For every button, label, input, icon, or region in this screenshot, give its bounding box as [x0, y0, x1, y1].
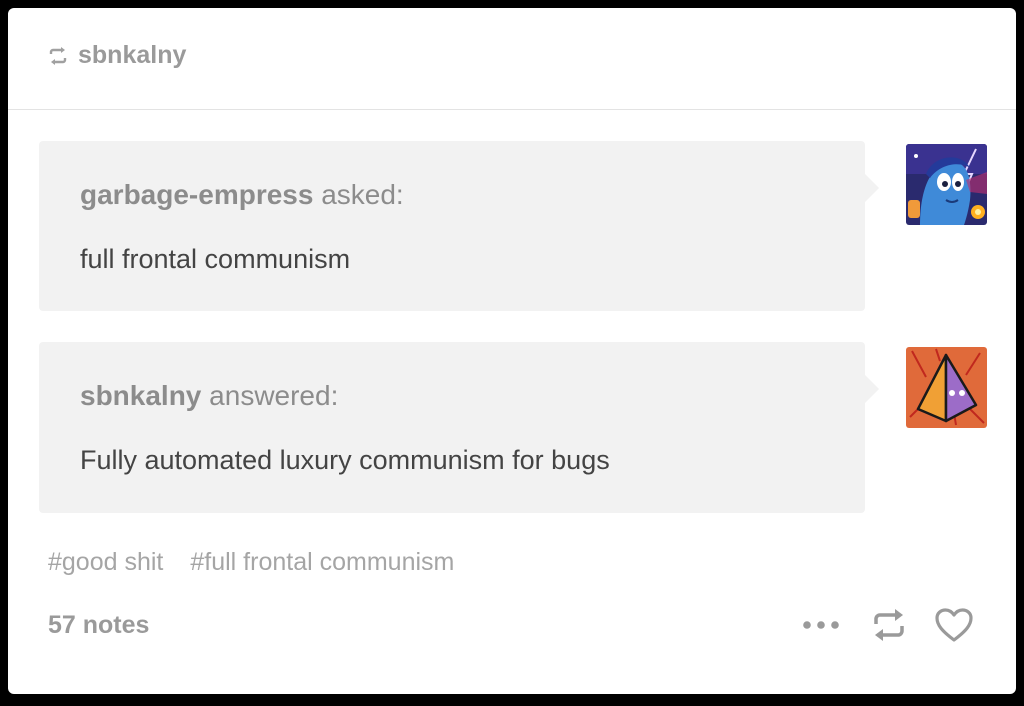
heart-icon	[934, 607, 974, 643]
answerer-avatar[interactable]	[906, 347, 987, 428]
notes-count[interactable]: 57 notes	[48, 611, 149, 640]
more-dots-icon	[802, 620, 840, 630]
answer-bubble: sbnkalny answered: Fully automated luxur…	[39, 342, 879, 513]
post-actions	[798, 602, 978, 648]
answer-verb: answered:	[209, 380, 339, 411]
ask-question-text: full frontal communism	[80, 244, 351, 274]
more-options-button[interactable]	[798, 602, 844, 648]
tag-list: #good shit #full frontal communism	[48, 548, 454, 577]
tag-link[interactable]: #good shit	[48, 548, 163, 577]
answerer-username[interactable]: sbnkalny	[80, 380, 201, 411]
ask-bubble: garbage-empress asked: full frontal comm…	[39, 141, 879, 311]
ask-byline: garbage-empress asked:	[80, 179, 404, 211]
asker-username[interactable]: garbage-empress	[80, 179, 313, 210]
reblog-small-icon	[47, 45, 69, 67]
reblog-attribution[interactable]: sbnkalny	[47, 41, 186, 70]
reblog-button[interactable]	[866, 602, 912, 648]
pyramid-avatar-icon	[906, 347, 987, 428]
reblog-icon	[870, 607, 908, 643]
tag-link[interactable]: #full frontal communism	[190, 548, 454, 577]
asker-avatar[interactable]	[906, 144, 987, 225]
post-header: sbnkalny	[8, 8, 1016, 110]
ask-verb: asked:	[321, 179, 404, 210]
answer-text: Fully automated luxury communism for bug…	[80, 445, 610, 475]
post-card: sbnkalny garbage-empress asked: full fro…	[8, 8, 1016, 694]
blue-character-avatar-icon	[906, 144, 987, 225]
like-button[interactable]	[931, 602, 977, 648]
reblog-username[interactable]: sbnkalny	[78, 41, 186, 70]
answer-byline: sbnkalny answered:	[80, 380, 338, 412]
